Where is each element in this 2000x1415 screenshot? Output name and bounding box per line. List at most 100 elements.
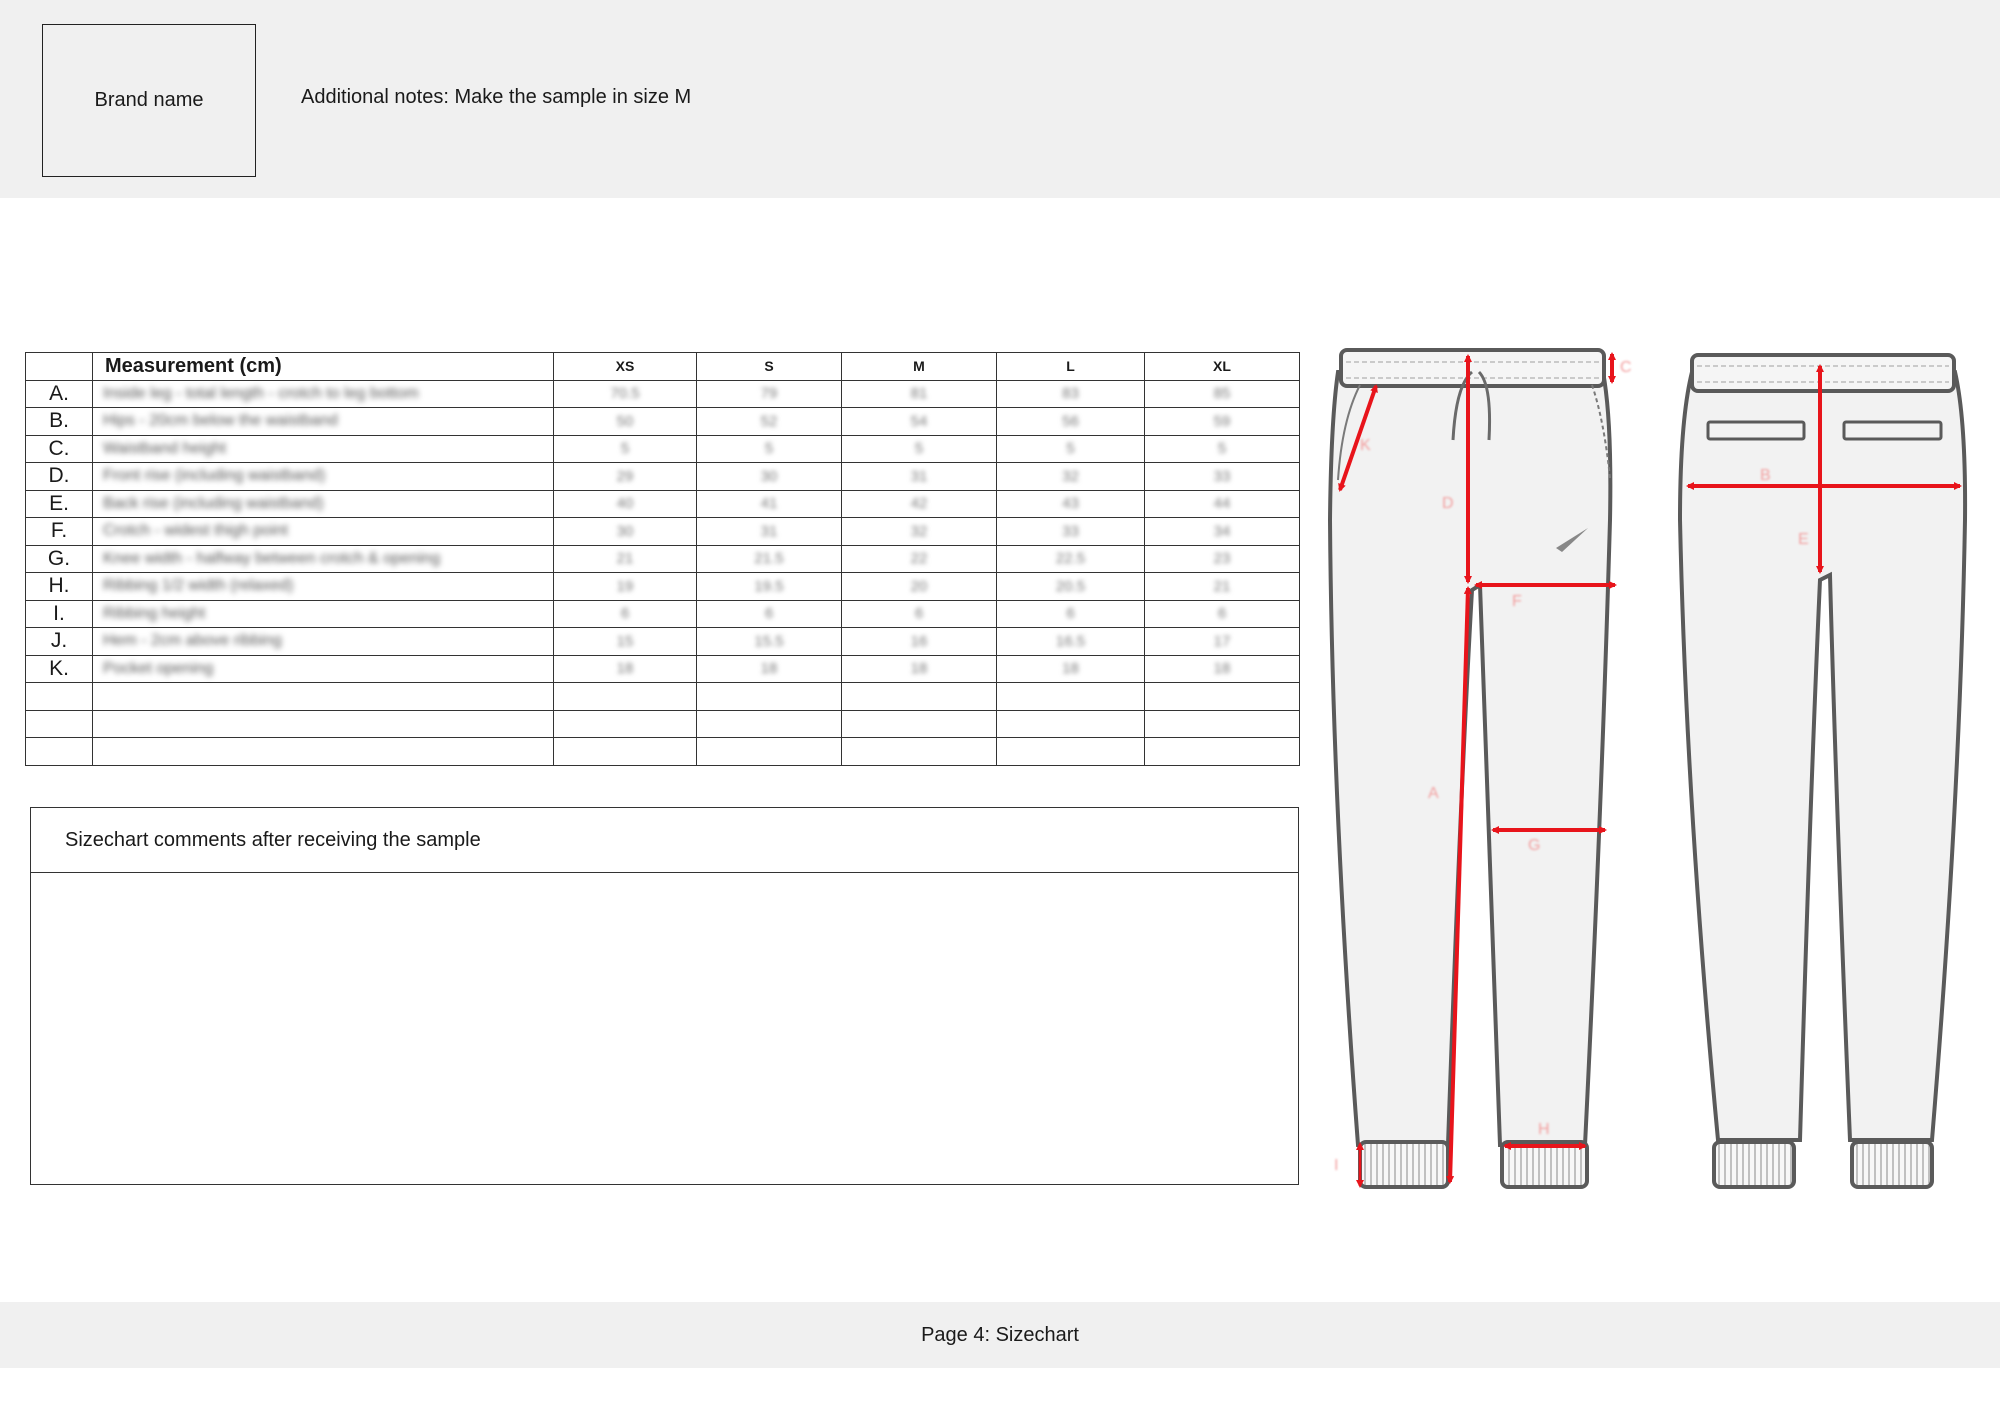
label-e: E: [1798, 531, 1809, 548]
table-row: A. Inside leg - total length - crotch to …: [25, 379, 1300, 408]
front-left-cuff: [1358, 1140, 1450, 1189]
label-f: F: [1512, 593, 1522, 610]
size-value-cell: [996, 682, 1145, 711]
size-value-cell: 40: [553, 489, 697, 518]
sizechart-comments-box: Sizechart comments after receiving the s…: [30, 807, 1299, 1185]
size-value-cell: 32: [841, 517, 997, 546]
size-value-cell: 79: [696, 379, 842, 408]
size-value-cell: 30: [553, 517, 697, 546]
size-value-cell: 33: [1144, 462, 1300, 491]
size-value-cell: 6: [553, 599, 697, 628]
size-value-cell: 50: [553, 407, 697, 436]
size-header-m: M: [841, 352, 997, 381]
comments-title: Sizechart comments after receiving the s…: [31, 808, 1298, 873]
size-value-cell: 22.5: [996, 544, 1145, 573]
size-value-cell: 30: [696, 462, 842, 491]
table-row: H. Ribbing 1/2 width (relaxed) 19 19.5 20 20.…: [25, 572, 1300, 601]
row-letter: [25, 737, 93, 766]
size-value-cell: [696, 709, 842, 738]
label-d: D: [1442, 495, 1454, 512]
size-value-cell: 43: [996, 489, 1145, 518]
size-value-cell: 5: [841, 434, 997, 463]
page-label: Page 4: Sizechart: [921, 1323, 1079, 1346]
brand-name-box: Brand name: [42, 24, 256, 177]
measurement-description: Inside leg - total length - crotch to le…: [92, 379, 554, 408]
size-value-cell: 18: [553, 654, 697, 683]
table-row: J. Hem - 2cm above ribbing 15 15.5 16 16.5 17: [25, 627, 1300, 656]
size-value-cell: 85: [1144, 379, 1300, 408]
measurement-description: Pocket opening: [92, 654, 554, 683]
size-value-cell: 21: [1144, 572, 1300, 601]
measurement-description: Ribbing height: [92, 599, 554, 628]
back-left-pocket: [1706, 420, 1806, 441]
front-leg-outline: [1327, 370, 1613, 1147]
measurement-description: Ribbing 1/2 width (relaxed): [92, 572, 554, 601]
size-chart-table: Measurement (cm) XS S M L XL A. Inside le…: [25, 352, 1300, 766]
size-value-cell: [841, 737, 997, 766]
letter-header-cell: [25, 352, 93, 381]
size-value-cell: 42: [841, 489, 997, 518]
size-value-cell: 56: [996, 407, 1145, 436]
row-letter: B.: [25, 407, 93, 436]
table-header-row: Measurement (cm) XS S M L XL: [25, 352, 1300, 381]
comments-body[interactable]: [31, 873, 1298, 1183]
table-row: G. Knee width - halfway between crotch & …: [25, 544, 1300, 573]
size-value-cell: 18: [996, 654, 1145, 683]
label-g: G: [1528, 837, 1540, 854]
additional-notes: Additional notes: Make the sample in siz…: [301, 86, 692, 108]
table-row: [25, 737, 1300, 766]
footer-band: Page 4: Sizechart: [0, 1302, 2000, 1368]
brand-name: Brand name: [94, 89, 204, 111]
row-letter: [25, 709, 93, 738]
table-row: K. Pocket opening 18 18 18 18 18: [25, 654, 1300, 683]
size-value-cell: 29: [553, 462, 697, 491]
measurement-description: Front rise (including waistband): [92, 462, 554, 491]
table-row: B. Hips - 20cm below the waistband 50 52 54 5…: [25, 407, 1300, 436]
front-right-cuff: [1500, 1140, 1589, 1189]
size-value-cell: 21.5: [696, 544, 842, 573]
size-value-cell: 32: [996, 462, 1145, 491]
measurement-description: Crotch - widest thigh point: [92, 517, 554, 546]
row-letter: K.: [25, 654, 93, 683]
measurement-description: Hem - 2cm above ribbing: [92, 627, 554, 656]
size-value-cell: [1144, 682, 1300, 711]
measurement-description: Back rise (including waistband): [92, 489, 554, 518]
size-value-cell: 81: [841, 379, 997, 408]
label-k: K: [1360, 437, 1371, 454]
size-value-cell: [696, 737, 842, 766]
measurement-description: [92, 709, 554, 738]
row-letter: J.: [25, 627, 93, 656]
size-value-cell: 52: [696, 407, 842, 436]
size-value-cell: [996, 709, 1145, 738]
row-letter: F.: [25, 517, 93, 546]
size-value-cell: 33: [996, 517, 1145, 546]
label-a: A: [1428, 785, 1439, 802]
size-value-cell: 20.5: [996, 572, 1145, 601]
back-right-cuff: [1850, 1140, 1934, 1189]
size-value-cell: 16: [841, 627, 997, 656]
size-value-cell: 17: [1144, 627, 1300, 656]
size-value-cell: 6: [1144, 599, 1300, 628]
row-letter: E.: [25, 489, 93, 518]
size-value-cell: 5: [553, 434, 697, 463]
measurement-description: Hips - 20cm below the waistband: [92, 407, 554, 436]
size-value-cell: 23: [1144, 544, 1300, 573]
measurement-description: Waistband height: [92, 434, 554, 463]
row-letter: G.: [25, 544, 93, 573]
size-value-cell: 19: [553, 572, 697, 601]
size-value-cell: 15: [553, 627, 697, 656]
size-value-cell: 5: [696, 434, 842, 463]
size-value-cell: 19.5: [696, 572, 842, 601]
measurement-description: [92, 682, 554, 711]
row-letter: A.: [25, 379, 93, 408]
size-value-cell: 83: [996, 379, 1145, 408]
table-row: F. Crotch - widest thigh point 30 31 32 33 34: [25, 517, 1300, 546]
row-letter: [25, 682, 93, 711]
back-left-cuff: [1712, 1140, 1796, 1189]
size-value-cell: 54: [841, 407, 997, 436]
label-b: B: [1760, 467, 1771, 484]
row-letter: I.: [25, 599, 93, 628]
table-row: E. Back rise (including waistband) 40 41 42 4…: [25, 489, 1300, 518]
size-value-cell: 5: [996, 434, 1145, 463]
size-value-cell: 22: [841, 544, 997, 573]
